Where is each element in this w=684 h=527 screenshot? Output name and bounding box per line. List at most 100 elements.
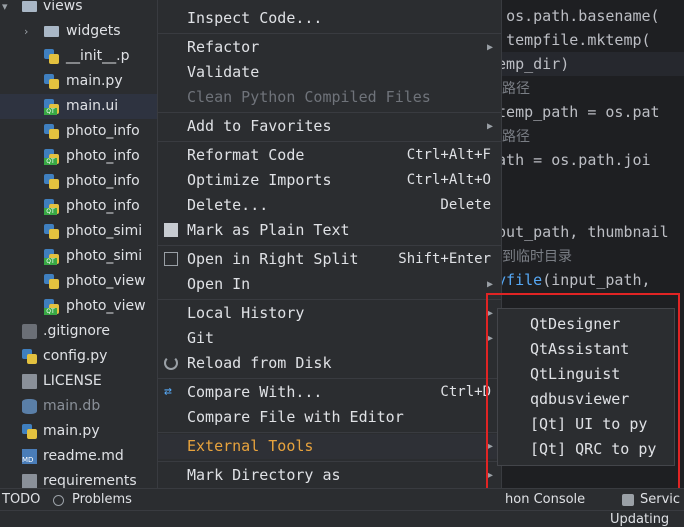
- reload-icon: [164, 356, 178, 370]
- tree-item[interactable]: QT main.ui: [0, 94, 157, 119]
- tree-item[interactable]: requirements: [0, 469, 157, 488]
- menu-item-refactor[interactable]: Refactor ▶: [158, 35, 501, 60]
- code-line[interactable]: nput_path, thumbnail: [488, 220, 684, 244]
- chevron-icon[interactable]: ›: [24, 19, 28, 44]
- code-line[interactable]: path = os.path.joi: [488, 148, 684, 172]
- tree-item-label: photo_simi: [66, 223, 143, 239]
- menu-item-reload-from-disk[interactable]: Reload from Disk: [158, 351, 501, 376]
- menu-item-label: Clean Python Compiled Files: [187, 88, 431, 106]
- menu-separator: [158, 112, 501, 113]
- code-token: (input_path,: [542, 271, 651, 289]
- tree-item-label: widgets: [66, 23, 121, 39]
- menu-item-local-history[interactable]: Local History ▶: [158, 301, 501, 326]
- menu-shortcut: Ctrl+D: [440, 384, 491, 400]
- menu-item-label: Compare With...: [187, 383, 323, 401]
- python-file-icon: [44, 274, 59, 289]
- menu-item-compare-file-with-editor[interactable]: Compare File with Editor: [158, 405, 501, 430]
- code-line[interactable]: pyfile(input_path,: [488, 268, 684, 292]
- menu-item-mark-directory-as[interactable]: Mark Directory as ▶: [158, 463, 501, 488]
- menu-shortcut: Shift+Enter: [398, 251, 491, 267]
- code-line[interactable]: 图: [488, 196, 684, 220]
- menu-item-git[interactable]: Git ▶: [158, 326, 501, 351]
- menu-item-reformat-code[interactable]: Reformat Code Ctrl+Alt+F: [158, 143, 501, 168]
- database-file-icon: [22, 399, 37, 414]
- tree-item-label: main.py: [66, 73, 123, 89]
- menu-item-label: Open in Right Split: [187, 250, 359, 268]
- code-line[interactable]: 时路径: [488, 76, 684, 100]
- tree-item[interactable]: LICENSE: [0, 369, 157, 394]
- qt-ui-file-icon: QT: [44, 199, 59, 215]
- tree-item[interactable]: config.py: [0, 344, 157, 369]
- project-tree[interactable]: ▾ views › widgets __init__.p main.py QT main.ui…: [0, 0, 157, 488]
- tree-item-label: photo_info: [66, 123, 140, 139]
- menu-item-label: Inspect Code...: [187, 9, 323, 27]
- tree-item-label: photo_info: [66, 198, 140, 214]
- plain-text-icon: [164, 223, 178, 237]
- python-file-icon: [22, 424, 37, 439]
- todo-tab[interactable]: TODO: [2, 492, 40, 507]
- python-file-icon: [44, 174, 59, 189]
- tree-item[interactable]: photo_info: [0, 169, 157, 194]
- qt-ui-file-icon: QT: [44, 299, 59, 315]
- tree-item-label: photo_view: [66, 298, 146, 314]
- tree-item[interactable]: ▾ views: [0, 0, 157, 19]
- python-file-icon: [44, 74, 59, 89]
- menu-item-label: Compare File with Editor: [187, 408, 404, 426]
- menu-item-label: Optimize Imports: [187, 171, 332, 189]
- menu-item-compare-with[interactable]: ⇄ Compare With... Ctrl+D: [158, 380, 501, 405]
- services-tab[interactable]: Servic: [640, 492, 680, 507]
- chevron-icon[interactable]: ▾: [2, 0, 8, 19]
- code-line[interactable]: = tempfile.mktemp(: [488, 28, 684, 52]
- python-console-tab[interactable]: hon Console: [505, 492, 585, 507]
- status-updating: Updating: [610, 512, 670, 527]
- menu-item-label: Mark as Plain Text: [187, 221, 350, 239]
- tree-item[interactable]: main.py: [0, 69, 157, 94]
- code-line[interactable]: [488, 172, 684, 196]
- menu-item-open-in[interactable]: Open In ▶: [158, 272, 501, 297]
- menu-item-open-in-right-split[interactable]: Open in Right Split Shift+Enter: [158, 247, 501, 272]
- menu-item-optimize-imports[interactable]: Optimize Imports Ctrl+Alt+O: [158, 168, 501, 193]
- menu-separator: [158, 432, 501, 433]
- tree-item[interactable]: QT photo_view: [0, 294, 157, 319]
- qt-ui-file-icon: QT: [44, 99, 59, 115]
- context-menu[interactable]: Inspect Code... Refactor ▶ Validate Clean Py…: [157, 0, 502, 526]
- menu-shortcut: Delete: [440, 197, 491, 213]
- code-token: tempfile.mktemp(: [506, 31, 651, 49]
- menu-item-mark-as-plain-text[interactable]: Mark as Plain Text: [158, 218, 501, 243]
- tree-item[interactable]: QT photo_simi: [0, 244, 157, 269]
- tree-item[interactable]: photo_view: [0, 269, 157, 294]
- tree-item-label: main.db: [43, 398, 101, 414]
- problems-tab[interactable]: Problems: [72, 492, 132, 507]
- tree-item-label: photo_info: [66, 148, 140, 164]
- python-file-icon: [44, 124, 59, 139]
- menu-item-delete[interactable]: Delete... Delete: [158, 193, 501, 218]
- menu-item-inspect-code[interactable]: Inspect Code...: [158, 6, 501, 31]
- tree-item[interactable]: photo_info: [0, 119, 157, 144]
- menu-item-validate[interactable]: Validate: [158, 60, 501, 85]
- python-file-icon: [22, 349, 37, 364]
- tree-item[interactable]: main.py: [0, 419, 157, 444]
- tree-item-label: views: [43, 0, 83, 14]
- problems-icon: [53, 495, 64, 506]
- submenu-arrow-icon: ▶: [486, 121, 493, 132]
- code-line[interactable]: _temp_path = os.pat: [488, 100, 684, 124]
- code-token: nput_path, thumbnail: [488, 223, 669, 241]
- code-line[interactable]: temp_dir): [488, 52, 684, 76]
- menu-separator: [158, 245, 501, 246]
- tree-item[interactable]: QT photo_info: [0, 194, 157, 219]
- code-line[interactable]: = os.path.basename(: [488, 4, 684, 28]
- tree-item[interactable]: __init__.p: [0, 44, 157, 69]
- markdown-file-icon: MD: [22, 449, 37, 464]
- code-line[interactable]: 时路径: [488, 124, 684, 148]
- tree-item[interactable]: QT photo_info: [0, 144, 157, 169]
- tree-item[interactable]: .gitignore: [0, 319, 157, 344]
- menu-separator: [158, 33, 501, 34]
- tree-item[interactable]: photo_simi: [0, 219, 157, 244]
- tree-item[interactable]: main.db: [0, 394, 157, 419]
- menu-item-clean-python-compiled-files[interactable]: Clean Python Compiled Files: [158, 85, 501, 110]
- tree-item[interactable]: › widgets: [0, 19, 157, 44]
- code-line[interactable]: 片到临时目录: [488, 244, 684, 268]
- menu-item-add-to-favorites[interactable]: Add to Favorites ▶: [158, 114, 501, 139]
- tree-item[interactable]: MD readme.md: [0, 444, 157, 469]
- menu-item-external-tools[interactable]: External Tools ▶: [158, 434, 501, 459]
